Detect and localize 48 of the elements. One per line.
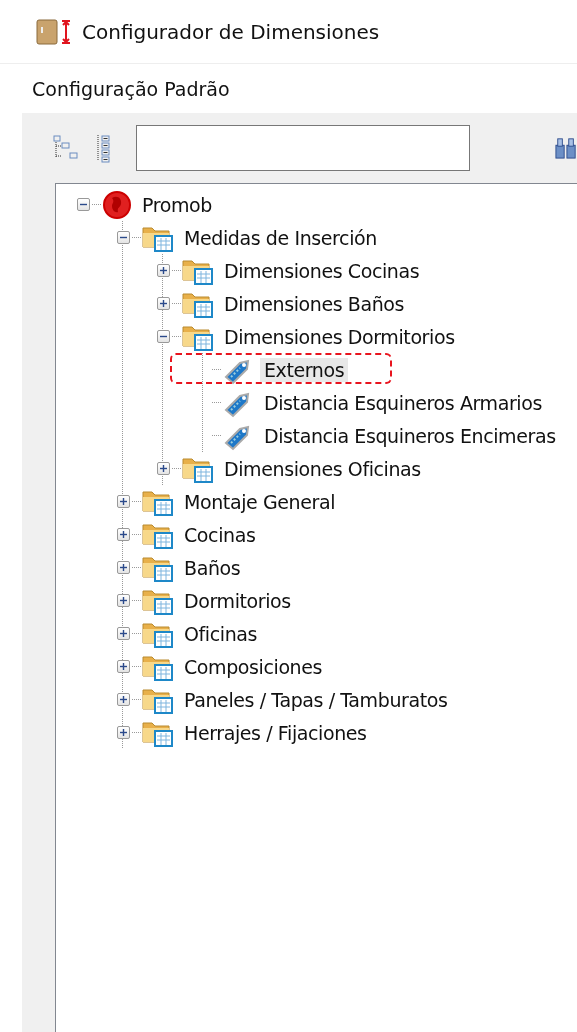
plus-icon bbox=[158, 266, 168, 275]
collapse-all-icon[interactable] bbox=[52, 134, 80, 162]
plus-icon bbox=[158, 299, 168, 308]
plus-icon bbox=[118, 695, 128, 704]
tree-item[interactable]: Distancia Esquineros Encimeras bbox=[260, 423, 560, 448]
expand-button[interactable] bbox=[156, 297, 170, 310]
plus-icon bbox=[158, 464, 168, 473]
expand-button[interactable] bbox=[116, 561, 130, 574]
plus-icon bbox=[118, 662, 128, 671]
tree-item[interactable]: Dimensiones Cocinas bbox=[220, 258, 424, 283]
plus-icon bbox=[118, 530, 128, 539]
tree-item[interactable]: Externos bbox=[260, 357, 349, 382]
tree-item[interactable]: Paneles / Tapas / Tamburatos bbox=[180, 687, 452, 712]
tree-item[interactable]: Composiciones bbox=[180, 654, 327, 679]
tree-item[interactable]: Dimensiones Baños bbox=[220, 291, 409, 316]
plus-icon bbox=[118, 728, 128, 737]
tree-item[interactable]: Dimensiones Dormitorios bbox=[220, 324, 459, 349]
plus-icon bbox=[118, 497, 128, 506]
tree-item[interactable]: Herrajes / Fijaciones bbox=[180, 720, 371, 745]
search-field[interactable] bbox=[136, 125, 470, 171]
tree-item[interactable]: Montaje General bbox=[180, 489, 340, 514]
tree-item[interactable]: Medidas de Inserción bbox=[180, 225, 381, 250]
expand-button[interactable] bbox=[156, 462, 170, 475]
collapse-button[interactable] bbox=[156, 330, 170, 343]
tree-item[interactable]: Baños bbox=[180, 555, 245, 580]
section-title: Configuração Padrão bbox=[31, 77, 231, 102]
expand-button[interactable] bbox=[116, 528, 130, 541]
tree-item[interactable]: Promob bbox=[138, 192, 216, 217]
tree-item[interactable]: Dimensiones Oficinas bbox=[220, 456, 425, 481]
window-title: Configurador de Dimensiones bbox=[82, 19, 380, 44]
expand-button[interactable] bbox=[156, 264, 170, 277]
plus-icon bbox=[118, 563, 128, 572]
expand-button[interactable] bbox=[116, 594, 130, 607]
expand-button[interactable] bbox=[116, 726, 130, 739]
tree-item[interactable]: Oficinas bbox=[180, 621, 262, 646]
plus-icon bbox=[118, 596, 128, 605]
expand-button[interactable] bbox=[116, 660, 130, 673]
plus-icon bbox=[118, 629, 128, 638]
binoculars-icon[interactable] bbox=[555, 135, 577, 161]
collapse-button[interactable] bbox=[76, 198, 90, 211]
tree-item[interactable]: Cocinas bbox=[180, 522, 260, 547]
expand-button[interactable] bbox=[116, 693, 130, 706]
expand-button[interactable] bbox=[116, 627, 130, 640]
logo-icon bbox=[102, 189, 132, 220]
collapse-button[interactable] bbox=[116, 231, 130, 244]
expand-button[interactable] bbox=[116, 495, 130, 508]
tree-item[interactable]: Dormitorios bbox=[180, 588, 295, 613]
tree-item[interactable]: Distancia Esquineros Armarios bbox=[260, 390, 546, 415]
